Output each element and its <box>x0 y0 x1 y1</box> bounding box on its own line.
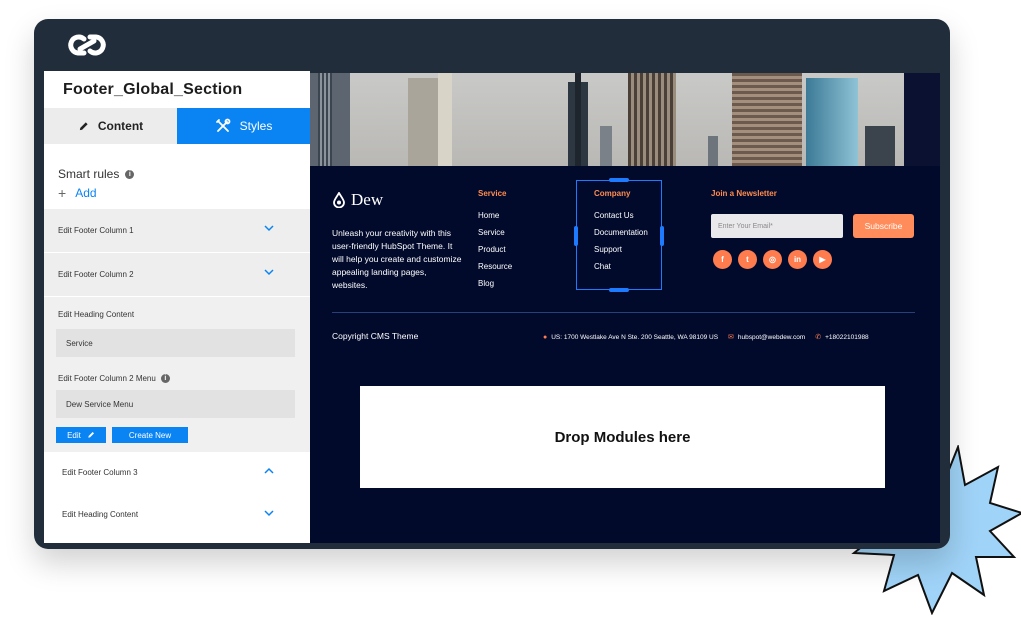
company-heading: Company <box>594 189 631 198</box>
resize-handle-right[interactable] <box>660 226 664 246</box>
service-links: Home Service Product Resource Blog <box>478 211 512 296</box>
chevron-down-icon <box>264 510 274 517</box>
city-hero-image <box>310 73 904 166</box>
info-icon[interactable]: i <box>160 374 170 383</box>
email-input[interactable]: Enter Your Email* <box>711 214 843 238</box>
preview-edge <box>904 73 940 166</box>
create-new-button[interactable]: Create New <box>112 427 188 443</box>
smart-rules: Smart rules i <box>58 167 135 181</box>
accordion-label: Edit Footer Column 1 <box>58 226 134 235</box>
smart-rules-label: Smart rules <box>58 167 120 181</box>
module-title: Footer_Global_Section <box>63 81 243 98</box>
accordion-footer-column-1[interactable]: Edit Footer Column 1 <box>44 209 310 252</box>
footer-link[interactable]: Resource <box>478 262 512 279</box>
chevron-down-icon <box>264 269 274 276</box>
page-preview: Dew Unleash your creativity with this us… <box>310 73 940 543</box>
footer-blurb: Unleash your creativity with this user-f… <box>332 228 462 290</box>
editor-tabs: Content Styles <box>44 108 310 144</box>
menu-label: Edit Footer Column 2 Menu i <box>58 374 170 383</box>
chevron-down-icon <box>264 225 274 232</box>
heading-content-label: Edit Heading Content <box>58 310 135 319</box>
tab-content-label: Content <box>97 119 144 133</box>
newsletter-heading: Join a Newsletter <box>711 189 777 198</box>
drop-modules-zone[interactable]: Drop Modules here <box>360 386 885 488</box>
footer-link[interactable]: Product <box>478 245 512 262</box>
info-icon[interactable]: i <box>125 169 135 179</box>
accordion-footer-column-2[interactable]: Edit Footer Column 2 <box>44 253 310 296</box>
footer-link[interactable]: Chat <box>594 262 648 279</box>
tools-icon <box>215 118 231 132</box>
app-window: Footer_Global_Section Content Styles Sma… <box>34 19 950 549</box>
resize-handle-left[interactable] <box>574 226 578 246</box>
footer-column-2-panel: Edit Heading Content Service Edit Footer… <box>44 297 310 452</box>
chevron-up-icon <box>264 467 274 474</box>
brand-name: Dew <box>351 190 384 209</box>
accordion-label: Edit Footer Column 3 <box>62 467 138 477</box>
heading-content-field[interactable]: Service <box>56 329 295 357</box>
address-text: US: 1700 Westlake Ave N Ste. 200 Seattle… <box>551 333 719 341</box>
footer-link[interactable]: Blog <box>478 279 512 296</box>
drop-icon <box>333 192 345 208</box>
pencil-icon <box>88 432 94 438</box>
edit-menu-button[interactable]: Edit <box>56 427 106 443</box>
phone-text[interactable]: +18022101988 <box>825 334 869 341</box>
resize-handle-bottom[interactable] <box>609 288 629 292</box>
copyright-text: Copyright CMS Theme <box>332 331 419 341</box>
social-links: f t ◎ in ▶ <box>713 250 832 269</box>
email-text[interactable]: hubspot@webdew.com <box>738 334 805 341</box>
pencil-icon <box>79 121 88 130</box>
contact-info: ● US: 1700 Westlake Ave N Ste. 200 Seatt… <box>543 333 869 342</box>
linkedin-icon[interactable]: in <box>788 250 807 269</box>
location-pin-icon: ● <box>543 333 548 341</box>
footer-link[interactable]: Home <box>478 211 512 228</box>
editor-sidebar: Footer_Global_Section Content Styles Sma… <box>44 71 310 543</box>
footer-link[interactable]: Contact Us <box>594 211 648 228</box>
tab-content[interactable]: Content <box>44 108 177 144</box>
edit-label: Edit <box>67 430 81 440</box>
add-label: Add <box>75 186 97 200</box>
tab-styles-label: Styles <box>239 119 273 133</box>
menu-label-text: Edit Footer Column 2 Menu <box>58 374 156 383</box>
menu-select-field[interactable]: Dew Service Menu <box>56 390 295 418</box>
add-button[interactable]: + Add <box>58 185 97 201</box>
footer-link[interactable]: Service <box>478 228 512 245</box>
twitter-icon[interactable]: t <box>738 250 757 269</box>
service-heading: Service <box>478 189 507 198</box>
accordion-footer-column-3[interactable]: Edit Footer Column 3 <box>44 452 310 492</box>
footer-divider <box>332 312 915 313</box>
resize-handle-top[interactable] <box>609 178 629 182</box>
footer-link[interactable]: Documentation <box>594 228 648 245</box>
accordion-heading-content[interactable]: Edit Heading Content <box>44 494 310 534</box>
phone-icon: ✆ <box>815 334 822 341</box>
company-links: Contact Us Documentation Support Chat <box>594 211 648 279</box>
plus-icon: + <box>58 185 67 201</box>
youtube-icon[interactable]: ▶ <box>813 250 832 269</box>
accordion-label: Edit Heading Content <box>62 509 139 519</box>
link-logo-icon <box>68 34 106 56</box>
tab-styles[interactable]: Styles <box>177 108 310 144</box>
subscribe-button[interactable]: Subscribe <box>853 214 914 238</box>
mail-icon: ✉ <box>728 334 734 341</box>
accordion-label: Edit Footer Column 2 <box>58 270 134 279</box>
dew-logo[interactable]: Dew <box>332 190 383 210</box>
facebook-icon[interactable]: f <box>713 250 732 269</box>
footer-link[interactable]: Support <box>594 245 648 262</box>
instagram-icon[interactable]: ◎ <box>763 250 782 269</box>
